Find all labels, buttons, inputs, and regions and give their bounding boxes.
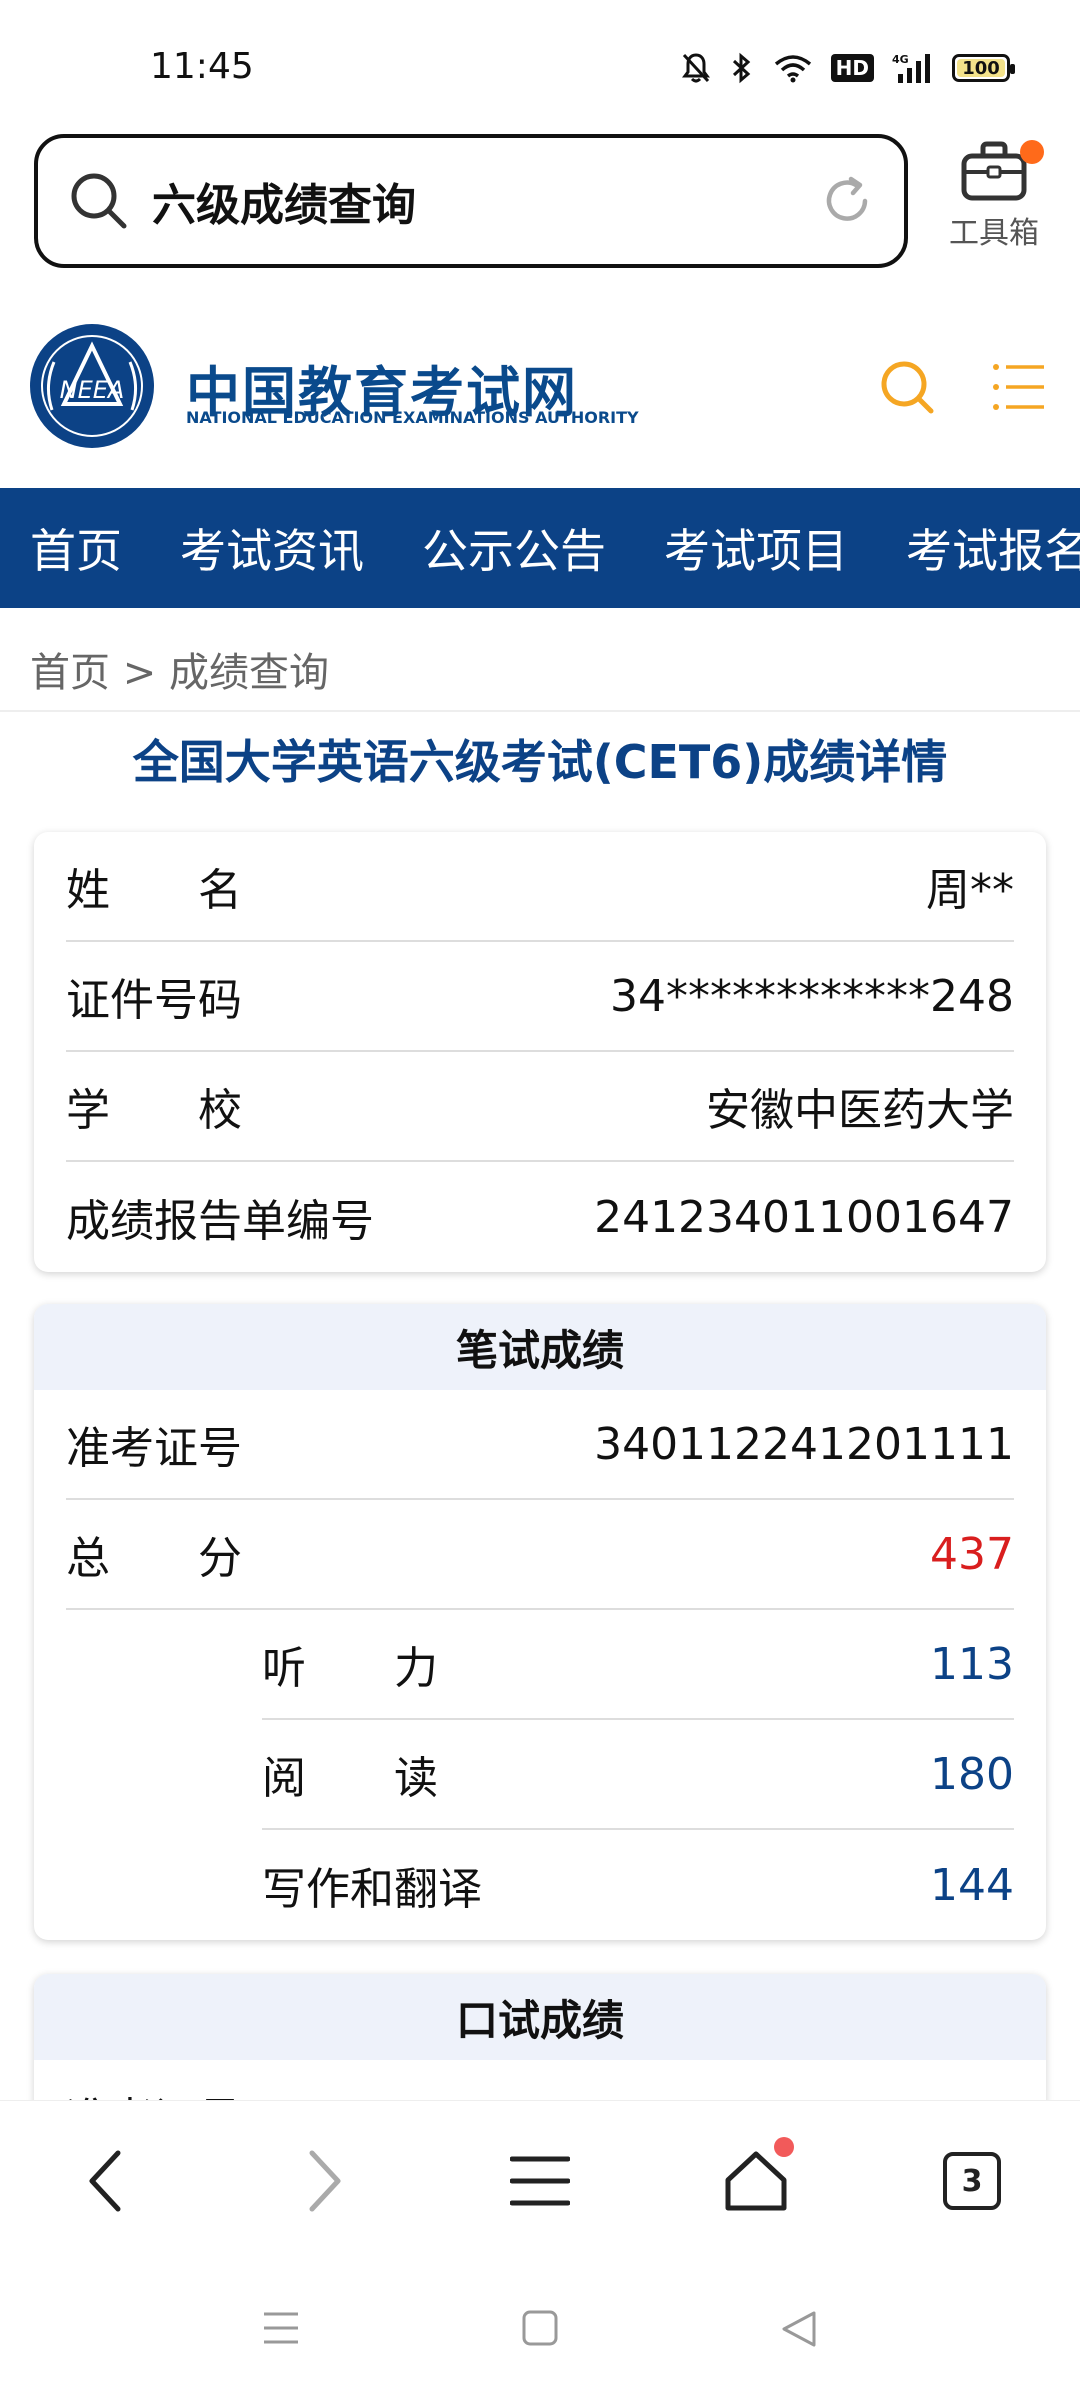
oral-score-header: 口试成绩 (34, 1974, 1046, 2060)
total-label: 总 分 (66, 1533, 242, 1584)
forward-button[interactable] (284, 2141, 364, 2221)
written-score-header: 笔试成绩 (34, 1304, 1046, 1390)
main-nav: 首页 考试资讯 公示公告 考试项目 考试报名 (0, 488, 1080, 608)
info-row-school: 学 校 安徽中医药大学 (66, 1052, 1014, 1162)
info-value: 34************248 (610, 970, 1014, 1022)
info-value: 周** (926, 865, 1014, 916)
total-score: 437 (930, 1528, 1014, 1580)
menu-button[interactable] (500, 2141, 580, 2221)
info-label: 证件号码 (66, 975, 242, 1026)
bluetooth-icon (732, 52, 750, 84)
battery-indicator: 100 (952, 54, 1015, 82)
mute-bell-icon (681, 53, 710, 83)
briefcase-icon (961, 141, 1027, 201)
ticket-label: 准考证号 (66, 1423, 242, 1474)
sub-score-label: 听 力 (262, 1643, 438, 1694)
info-row-report-number: 成绩报告单编号 241234011001647 (66, 1162, 1014, 1272)
reading-row: 阅 读 180 (262, 1720, 1014, 1830)
neea-logo[interactable]: NEEA (28, 322, 156, 450)
notification-dot (774, 2137, 794, 2157)
toolbox-label: 工具箱 (949, 216, 1039, 251)
back-triangle-icon[interactable] (780, 2310, 818, 2348)
listening-row: 听 力 113 (262, 1610, 1014, 1720)
home-button[interactable] (716, 2137, 796, 2221)
nav-item-notices[interactable]: 公示公告 (422, 515, 606, 581)
battery-level: 100 (962, 57, 1000, 79)
sub-score-value: 113 (930, 1638, 1014, 1690)
ticket-value: 340112241201111 (594, 1418, 1014, 1470)
back-button[interactable] (66, 2141, 146, 2221)
site-search-icon[interactable] (878, 358, 936, 416)
browser-toolbar: 3 (0, 2100, 1080, 2260)
divider (0, 710, 1080, 712)
info-label: 成绩报告单编号 (66, 1196, 374, 1247)
notification-dot (1020, 140, 1044, 164)
home-icon (725, 2151, 787, 2211)
wifi-icon (774, 55, 811, 83)
cellular-signal-icon: 4G (892, 53, 930, 83)
sub-score-label: 阅 读 (262, 1753, 438, 1804)
nav-item-news[interactable]: 考试资讯 (180, 515, 364, 581)
site-header: NEEA 中国教育考试网 NATIONAL EDUCATION EXAMINAT… (0, 300, 1080, 486)
page-title: 全国大学英语六级考试(CET6)成绩详情 (132, 735, 948, 789)
info-label: 姓 名 (66, 865, 242, 916)
refresh-icon[interactable] (820, 174, 874, 228)
svg-text:4G: 4G (892, 53, 909, 66)
nav-item-registration[interactable]: 考试报名 (906, 515, 1080, 581)
recent-apps-icon[interactable] (262, 2310, 300, 2346)
search-bar[interactable]: 六级成绩查询 (34, 134, 908, 268)
search-query[interactable]: 六级成绩查询 (152, 169, 820, 233)
tab-count: 3 (943, 2152, 1001, 2210)
status-icons: HD 4G 100 (681, 52, 1015, 84)
breadcrumb[interactable]: 首页 > 成绩查询 (30, 640, 329, 698)
hd-badge: HD (830, 54, 874, 82)
written-ticket-row: 准考证号 340112241201111 (66, 1390, 1014, 1500)
site-name-en: NATIONAL EDUCATION EXAMINATIONS AUTHORIT… (186, 408, 639, 427)
svg-text:NEEA: NEEA (60, 376, 125, 404)
status-bar: 11:45 HD 4G 100 (0, 0, 1080, 130)
site-menu-icon[interactable] (992, 362, 1046, 412)
sub-score-value: 144 (930, 1859, 1014, 1911)
chevron-left-icon (89, 2150, 121, 2212)
sub-score-label: 写作和翻译 (262, 1864, 482, 1915)
hamburger-icon (510, 2156, 570, 2206)
nav-item-exams[interactable]: 考试项目 (664, 515, 848, 581)
status-time: 11:45 (150, 46, 254, 87)
toolbox-button[interactable]: 工具箱 (944, 140, 1044, 270)
info-row-name: 姓 名 周** (66, 832, 1014, 942)
sub-score-value: 180 (930, 1748, 1014, 1800)
writing-translation-row: 写作和翻译 144 (262, 1830, 1014, 1940)
system-nav-bar (0, 2260, 1080, 2400)
personal-info-card: 姓 名 周** 证件号码 34************248 学 校 安徽中医药… (34, 832, 1046, 1272)
info-label: 学 校 (66, 1085, 242, 1136)
info-value: 241234011001647 (594, 1191, 1014, 1243)
home-square-icon[interactable] (522, 2310, 558, 2346)
tabs-button[interactable]: 3 (932, 2141, 1012, 2221)
written-score-card: 笔试成绩 准考证号 340112241201111 总 分 437 听 力 11… (34, 1304, 1046, 1940)
info-row-id-number: 证件号码 34************248 (66, 942, 1014, 1052)
search-icon (71, 173, 127, 229)
total-score-row: 总 分 437 (66, 1500, 1014, 1610)
chevron-right-icon (309, 2150, 341, 2212)
nav-item-home[interactable]: 首页 (30, 515, 122, 581)
info-value: 安徽中医药大学 (706, 1085, 1014, 1136)
